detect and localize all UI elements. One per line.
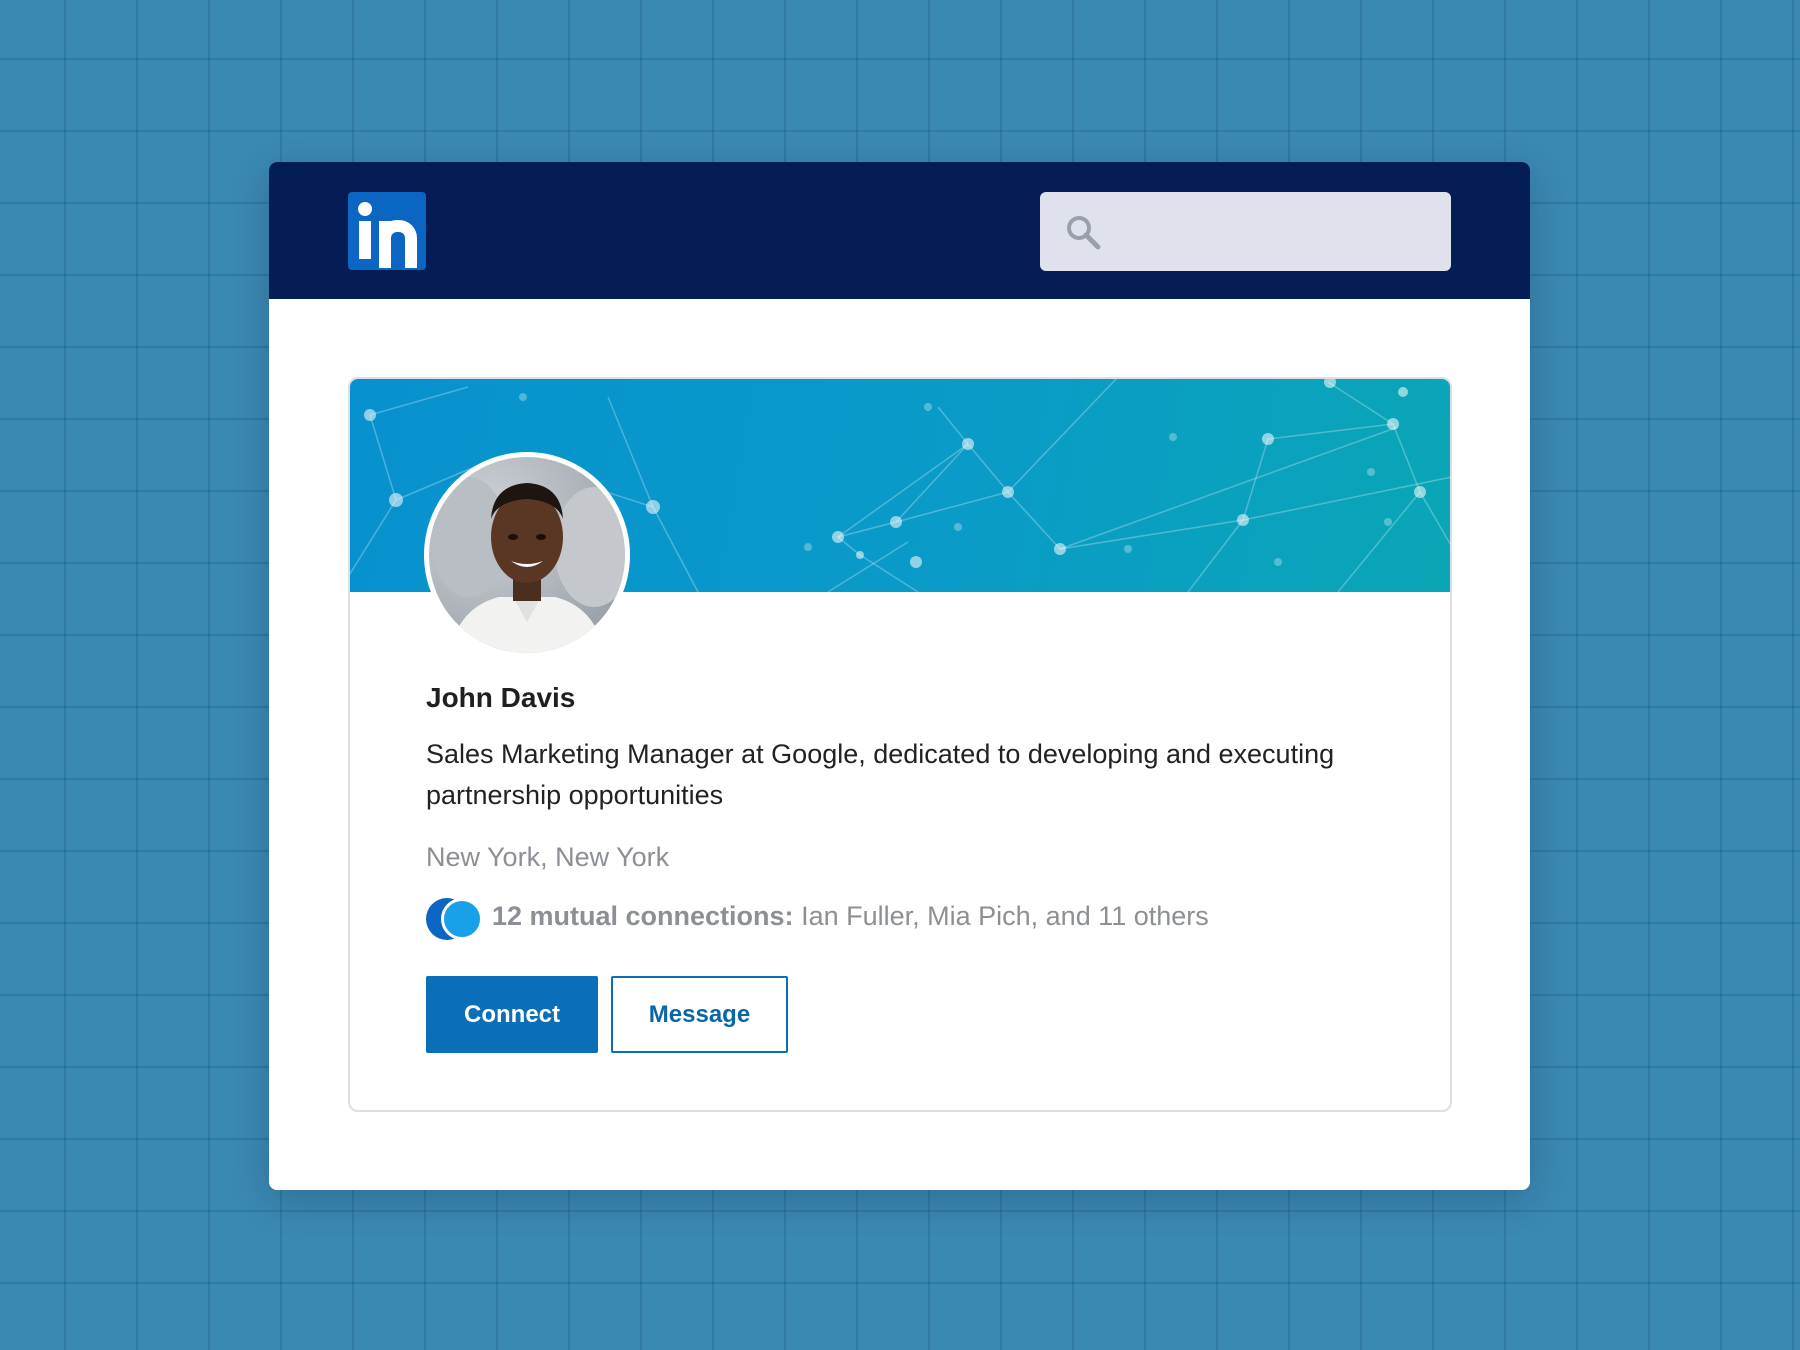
mutual-count: 12 mutual connections: bbox=[492, 901, 794, 931]
logo-i-dot bbox=[358, 202, 372, 216]
avatar[interactable] bbox=[424, 452, 630, 658]
profile-card: John Davis Sales Marketing Manager at Go… bbox=[348, 377, 1452, 1112]
mutual-connections-link[interactable]: 12 mutual connections: Ian Fuller, Mia P… bbox=[492, 901, 1209, 932]
mutual-avatar-2 bbox=[441, 898, 483, 940]
logo-n-arch bbox=[379, 220, 417, 268]
profile-window: John Davis Sales Marketing Manager at Go… bbox=[269, 162, 1530, 1190]
mutual-names: Ian Fuller, Mia Pich, and 11 others bbox=[793, 901, 1209, 931]
mutual-connections-icon bbox=[426, 897, 488, 941]
profile-location: New York, New York bbox=[426, 842, 670, 872]
logo-i-stem bbox=[359, 221, 371, 259]
profile-headline: Sales Marketing Manager at Google, dedic… bbox=[426, 739, 1335, 810]
top-navigation-bar bbox=[269, 162, 1530, 299]
profile-name[interactable]: John Davis bbox=[426, 682, 575, 714]
search-input[interactable] bbox=[1040, 192, 1451, 271]
connect-button[interactable]: Connect bbox=[426, 976, 598, 1053]
profile-photo-image bbox=[431, 477, 625, 653]
message-button[interactable]: Message bbox=[611, 976, 788, 1053]
linkedin-logo-icon[interactable] bbox=[348, 192, 426, 270]
